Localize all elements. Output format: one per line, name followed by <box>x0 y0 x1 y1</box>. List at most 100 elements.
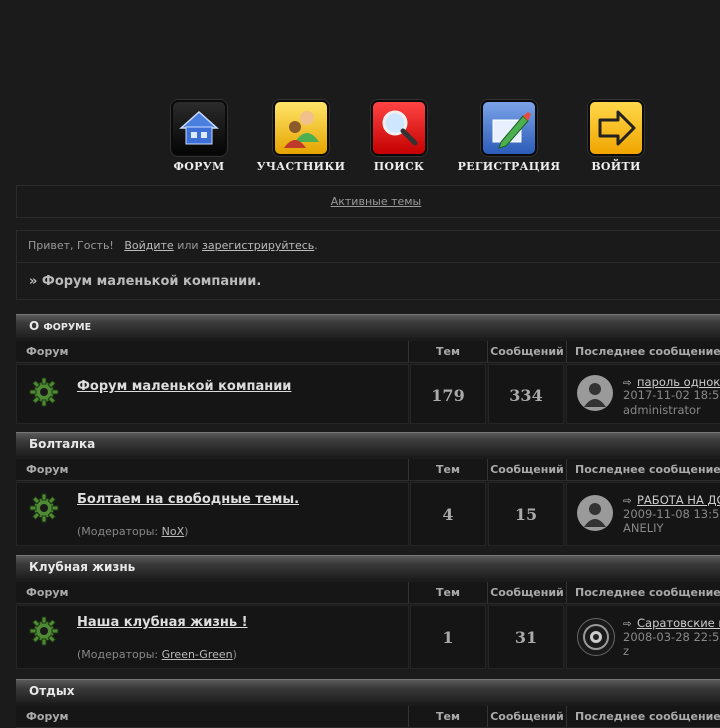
last-post-user: ANELIY <box>623 521 664 535</box>
topics-cell: 1 <box>410 605 486 669</box>
moderators: (Модераторы: Green-Green) <box>77 648 237 661</box>
last-post-date: 2008-03-28 22:59 <box>623 630 720 644</box>
home-icon <box>171 100 227 156</box>
nav-forum[interactable]: ФОРУМ <box>144 100 254 173</box>
forum-row: Форум маленькой компании 179 334 ⇨ пароль… <box>16 364 720 424</box>
last-post-user: administrator <box>623 403 701 417</box>
moderators-label: (Модераторы: <box>77 525 162 538</box>
col-topics: Тем <box>408 582 487 603</box>
login-link[interactable]: Войдите <box>124 239 173 252</box>
last-post-cell: ⇨ Саратовские к 2008-03-28 22:59 z <box>566 605 720 669</box>
breadcrumb-text: » Форум маленькой компании. <box>29 274 262 289</box>
forum-row: Болтаем на свободные темы. (Модераторы: … <box>16 482 720 546</box>
last-post-title: Саратовские к <box>637 616 720 630</box>
forum-row: Наша клубная жизнь ! (Модераторы: Green-… <box>16 605 720 669</box>
gear-icon <box>29 616 59 646</box>
go-to-post-icon: ⇨ <box>623 619 632 630</box>
avatar[interactable] <box>577 495 613 531</box>
category-title-rest: ФОРУМЕ <box>43 322 92 333</box>
moderator-link[interactable]: NoX <box>162 525 185 538</box>
last-post-link[interactable]: ⇨ Саратовские к <box>623 616 720 630</box>
register-link[interactable]: зарегистрируйтесь <box>202 239 314 252</box>
moderators-label: (Модераторы: <box>77 648 162 661</box>
category-header: Клубная жизнь <box>16 555 720 579</box>
col-forum: Форум <box>26 463 69 476</box>
forum-title-link[interactable]: Форум маленькой компании <box>77 379 291 394</box>
last-post-date: 2009-11-08 13:56 <box>623 507 720 521</box>
nav-forum-label: ФОРУМ <box>173 160 225 173</box>
posts-count: 31 <box>514 628 538 647</box>
topics-cell: 179 <box>410 364 486 424</box>
col-last: Последнее сообщение <box>566 341 720 362</box>
topics-cell: 4 <box>410 482 486 546</box>
forum-title-link[interactable]: Болтаем на свободные темы. <box>77 492 299 507</box>
column-header: Форум Тем Сообщений Последнее сообщение <box>16 341 720 363</box>
category-title: Отдых <box>29 684 75 698</box>
last-post-cell: ⇨ РАБОТА НА ДО 2009-11-08 13:56 ANELIY <box>566 482 720 546</box>
forum-cell: Форум маленькой компании <box>16 364 409 424</box>
greeting-text: Привет, Гость! <box>28 239 114 252</box>
col-forum: Форум <box>26 345 69 358</box>
category-header: Отдых <box>16 679 720 703</box>
greeting-or: или <box>177 239 199 252</box>
last-post-title: РАБОТА НА ДО <box>637 493 720 507</box>
login-arrow-icon <box>588 100 644 156</box>
col-forum: Форум <box>26 710 69 723</box>
avatar[interactable] <box>577 618 615 656</box>
nav-register[interactable]: РЕГИСТРАЦИЯ <box>454 100 564 173</box>
avatar[interactable] <box>577 375 613 411</box>
magnifier-icon <box>371 100 427 156</box>
go-to-post-icon: ⇨ <box>623 496 632 507</box>
col-last: Последнее сообщение <box>566 582 720 603</box>
posts-cell: 31 <box>488 605 564 669</box>
col-topics: Тем <box>408 459 487 480</box>
last-post-link[interactable]: ⇨ РАБОТА НА ДО <box>623 493 720 507</box>
column-header: Форум Тем Сообщений Последнее сообщение <box>16 459 720 481</box>
breadcrumb: » Форум маленькой компании. <box>16 262 720 300</box>
users-icon <box>273 100 329 156</box>
col-topics: Тем <box>408 341 487 362</box>
moderators: (Модераторы: NoX) <box>77 525 188 538</box>
category-title: Болталка <box>29 437 96 451</box>
moderators-close: ) <box>232 648 237 661</box>
nav-register-label: РЕГИСТРАЦИЯ <box>457 160 561 173</box>
col-forum: Форум <box>26 586 69 599</box>
posts-count: 334 <box>509 386 543 405</box>
active-topics-bar: Активные темы <box>16 185 720 218</box>
col-topics: Тем <box>408 706 487 727</box>
last-post-link[interactable]: ⇨ пароль однокл <box>623 375 720 389</box>
forum-cell: Болтаем на свободные темы. (Модераторы: … <box>16 482 409 546</box>
last-post-date: 2017-11-02 18:56 <box>623 388 720 402</box>
category-title: Клубная жизнь <box>29 560 136 574</box>
nav-login-label: ВОЙТИ <box>591 160 641 173</box>
category-header: О ФОРУМЕ <box>16 314 720 338</box>
col-posts: Сообщений <box>487 706 566 727</box>
last-post-cell: ⇨ пароль однокл 2017-11-02 18:56 administ… <box>566 364 720 424</box>
forum-cell: Наша клубная жизнь ! (Модераторы: Green-… <box>16 605 409 669</box>
moderator-link[interactable]: Green-Green <box>162 648 233 661</box>
nav-members[interactable]: УЧАСТНИКИ <box>246 100 356 173</box>
last-post-user: z <box>623 644 630 658</box>
col-posts: Сообщений <box>487 341 566 362</box>
topics-count: 4 <box>442 505 454 524</box>
col-last: Последнее сообщение <box>566 706 720 727</box>
active-topics-link[interactable]: Активные темы <box>331 195 422 208</box>
topics-count: 179 <box>431 386 465 405</box>
topics-count: 1 <box>442 628 454 647</box>
col-posts: Сообщений <box>487 582 566 603</box>
gear-icon <box>29 377 59 407</box>
posts-cell: 334 <box>488 364 564 424</box>
last-post-title: пароль однокл <box>637 375 720 389</box>
pencil-icon <box>481 100 537 156</box>
col-posts: Сообщений <box>487 459 566 480</box>
greeting-suffix: . <box>314 239 318 252</box>
nav-login[interactable]: ВОЙТИ <box>561 100 671 173</box>
category-header: Болталка <box>16 432 720 456</box>
forum-title-link[interactable]: Наша клубная жизнь ! <box>77 615 248 630</box>
nav-search[interactable]: ПОИСК <box>344 100 454 173</box>
nav-members-label: УЧАСТНИКИ <box>256 160 346 173</box>
nav-search-label: ПОИСК <box>373 160 425 173</box>
posts-cell: 15 <box>488 482 564 546</box>
column-header: Форум Тем Сообщений Последнее сообщение <box>16 582 720 604</box>
gear-icon <box>29 493 59 523</box>
